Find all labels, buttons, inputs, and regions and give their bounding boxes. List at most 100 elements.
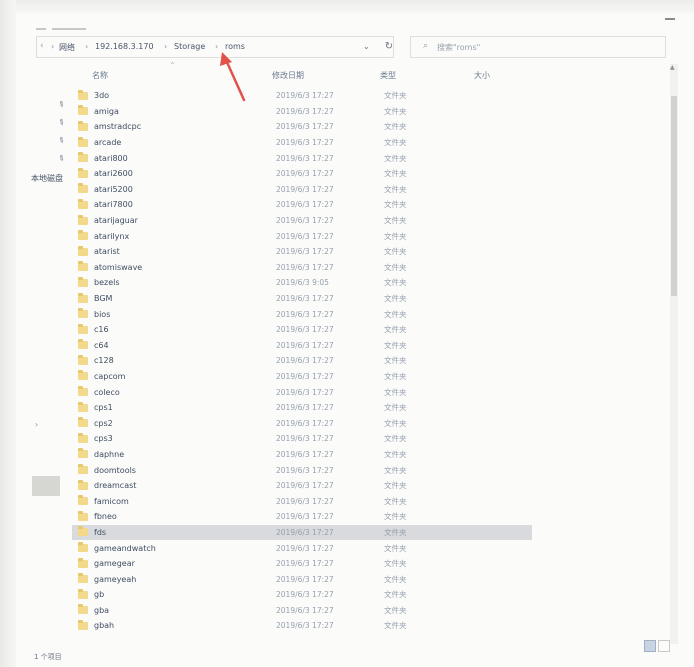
file-name: c64	[94, 340, 109, 350]
large-icons-view-button[interactable]	[658, 640, 670, 652]
file-type: 文件夹	[384, 621, 407, 631]
file-type: 文件夹	[384, 371, 407, 381]
file-row[interactable]: c128 2019/6/3 17:27 文件夹	[72, 353, 532, 369]
file-name: gameandwatch	[94, 543, 156, 553]
address-bar[interactable]: ‹ › 网络 › 192.168.3.170 › Storage › roms …	[36, 36, 394, 58]
details-view-button[interactable]	[644, 640, 656, 652]
folder-icon	[78, 292, 88, 303]
chevron-left-icon[interactable]: ‹	[40, 41, 44, 51]
file-row[interactable]: fbneo 2019/6/3 17:27 文件夹	[72, 509, 532, 525]
scrollbar-thumb[interactable]	[671, 96, 677, 296]
file-name: amiga	[94, 106, 119, 116]
file-name: capcom	[94, 371, 126, 381]
file-row[interactable]: amiga 2019/6/3 17:27 文件夹	[72, 104, 532, 120]
file-name: 3do	[94, 91, 110, 101]
breadcrumb-network[interactable]: 网络	[59, 42, 75, 53]
pin-icon[interactable]: ✎	[56, 135, 67, 146]
folder-icon	[78, 276, 88, 287]
sidebar-selected-item[interactable]	[32, 476, 60, 496]
file-row[interactable]: atarilynx 2019/6/3 17:27 文件夹	[72, 228, 532, 244]
file-name: gameyeah	[94, 574, 137, 584]
file-row[interactable]: cps2 2019/6/3 17:27 文件夹	[72, 415, 532, 431]
refresh-button[interactable]: ↻	[376, 36, 402, 58]
file-row[interactable]: c16 2019/6/3 17:27 文件夹	[72, 322, 532, 338]
file-type: 文件夹	[384, 278, 407, 288]
file-row[interactable]: gamegear 2019/6/3 17:27 文件夹	[72, 556, 532, 572]
file-row[interactable]: atarijaguar 2019/6/3 17:27 文件夹	[72, 213, 532, 229]
file-modified-date: 2019/6/3 17:27	[276, 325, 334, 335]
scroll-up-icon[interactable]: ▲	[670, 64, 675, 71]
file-row[interactable]: arcade 2019/6/3 17:27 文件夹	[72, 135, 532, 151]
file-name: atari7800	[94, 200, 133, 210]
file-name: BGM	[94, 294, 113, 304]
file-row[interactable]: atari800 2019/6/3 17:27 文件夹	[72, 150, 532, 166]
file-row[interactable]: cps1 2019/6/3 17:27 文件夹	[72, 400, 532, 416]
folder-icon	[78, 167, 88, 178]
column-header-date[interactable]: 修改日期	[272, 70, 304, 81]
file-row[interactable]: amstradcpc 2019/6/3 17:27 文件夹	[72, 119, 532, 135]
file-row[interactable]: doomtools 2019/6/3 17:27 文件夹	[72, 462, 532, 478]
file-row[interactable]: bezels 2019/6/3 9:05 文件夹	[72, 275, 532, 291]
file-name: bezels	[94, 278, 120, 288]
file-row[interactable]: atari5200 2019/6/3 17:27 文件夹	[72, 182, 532, 198]
file-row[interactable]: gameyeah 2019/6/3 17:27 文件夹	[72, 571, 532, 587]
file-row[interactable]: atari2600 2019/6/3 17:27 文件夹	[72, 166, 532, 182]
sidebar-item-local-disk[interactable]: 本地磁盘	[31, 173, 63, 184]
file-type: 文件夹	[384, 262, 407, 272]
folder-icon	[78, 198, 88, 209]
file-row[interactable]: 3do 2019/6/3 17:27 文件夹	[72, 88, 532, 104]
breadcrumb-storage[interactable]: Storage	[174, 42, 205, 51]
breadcrumb-roms[interactable]: roms	[225, 42, 245, 51]
pin-icon[interactable]: ✎	[56, 117, 67, 128]
file-row[interactable]: coleco 2019/6/3 17:27 文件夹	[72, 384, 532, 400]
column-header-size[interactable]: 大小	[474, 70, 490, 81]
file-modified-date: 2019/6/3 17:27	[276, 512, 334, 522]
file-row[interactable]: dreamcast 2019/6/3 17:27 文件夹	[72, 478, 532, 494]
file-modified-date: 2019/6/3 17:27	[276, 122, 334, 132]
pin-icon[interactable]: ✎	[56, 99, 67, 110]
refresh-icon: ↻	[384, 41, 394, 52]
chevron-down-icon[interactable]: ⌄	[363, 42, 370, 51]
file-row[interactable]: gba 2019/6/3 17:27 文件夹	[72, 603, 532, 619]
file-row[interactable]: famicom 2019/6/3 17:27 文件夹	[72, 493, 532, 509]
folder-icon	[78, 370, 88, 381]
file-row[interactable]: atarist 2019/6/3 17:27 文件夹	[72, 244, 532, 260]
file-modified-date: 2019/6/3 17:27	[276, 496, 334, 506]
file-name: atari5200	[94, 184, 133, 194]
file-row[interactable]: cps3 2019/6/3 17:27 文件夹	[72, 431, 532, 447]
file-row[interactable]: c64 2019/6/3 17:27 文件夹	[72, 338, 532, 354]
file-type: 文件夹	[384, 590, 407, 600]
minimize-button[interactable]	[665, 18, 675, 20]
file-type: 文件夹	[384, 184, 407, 194]
column-header-name[interactable]: 名称	[92, 70, 108, 81]
folder-icon	[78, 588, 88, 599]
folder-icon	[78, 245, 88, 256]
file-row[interactable]: gameandwatch 2019/6/3 17:27 文件夹	[72, 540, 532, 556]
file-row[interactable]: atari7800 2019/6/3 17:27 文件夹	[72, 197, 532, 213]
search-input[interactable]: ⌕ 搜索"roms"	[410, 36, 666, 58]
file-row[interactable]: gb 2019/6/3 17:27 文件夹	[72, 587, 532, 603]
file-modified-date: 2019/6/3 17:27	[276, 309, 334, 319]
file-row[interactable]: fds 2019/6/3 17:27 文件夹	[72, 524, 532, 541]
column-header-type[interactable]: 类型	[380, 70, 396, 81]
file-type: 文件夹	[384, 294, 407, 304]
pin-icon[interactable]: ✎	[56, 153, 67, 164]
file-row[interactable]: daphne 2019/6/3 17:27 文件夹	[72, 447, 532, 463]
file-row[interactable]: atomiswave 2019/6/3 17:27 文件夹	[72, 260, 532, 276]
photo-edge-top	[0, 0, 694, 14]
file-row[interactable]: bios 2019/6/3 17:27 文件夹	[72, 306, 532, 322]
file-name: atarijaguar	[94, 216, 138, 226]
file-type: 文件夹	[384, 340, 407, 350]
breadcrumb-host[interactable]: 192.168.3.170	[95, 42, 154, 51]
file-type: 文件夹	[384, 309, 407, 319]
file-modified-date: 2019/6/3 17:27	[276, 465, 334, 475]
file-row[interactable]: gbah 2019/6/3 17:27 文件夹	[72, 618, 532, 634]
file-name: coleco	[94, 387, 120, 397]
folder-icon	[78, 510, 88, 521]
sidebar-item[interactable]: ›	[35, 420, 38, 429]
folder-icon	[78, 557, 88, 568]
file-type: 文件夹	[384, 403, 407, 413]
file-row[interactable]: capcom 2019/6/3 17:27 文件夹	[72, 369, 532, 385]
file-name: atari800	[94, 153, 128, 163]
file-row[interactable]: BGM 2019/6/3 17:27 文件夹	[72, 291, 532, 307]
